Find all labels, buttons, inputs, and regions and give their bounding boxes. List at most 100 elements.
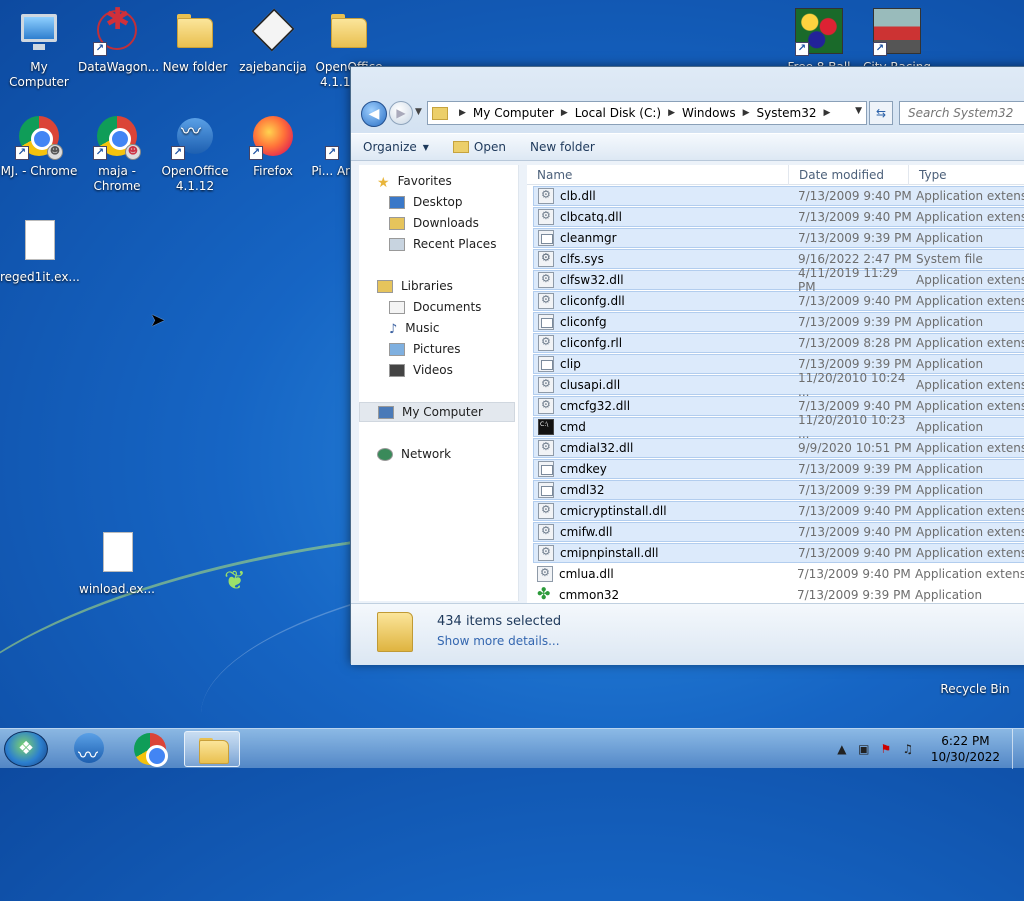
address-dropdown-icon[interactable]: ▼ <box>855 106 862 116</box>
desktop-icon-label: My Computer <box>9 60 69 89</box>
desktop-icon-mj-chrome[interactable]: ↗ ☻ MJ. - Chrome <box>0 112 78 179</box>
new-folder-button[interactable]: New folder <box>518 134 607 160</box>
dll-file-icon <box>538 188 554 204</box>
details-pane: 434 items selected Show more details... <box>351 603 1024 665</box>
network-status-icon[interactable]: ▣ <box>856 741 872 757</box>
zajebancija-icon <box>249 8 297 56</box>
search-box[interactable] <box>899 101 1024 125</box>
column-date-modified[interactable]: Date modified <box>789 165 909 185</box>
file-row[interactable]: cmd 11/20/2010 10:23 ... Application <box>533 413 1024 441</box>
file-date: 7/13/2009 8:28 PM <box>798 336 912 350</box>
refresh-button[interactable]: ⇆ <box>869 101 893 125</box>
file-row[interactable]: clip 7/13/2009 9:39 PM Application <box>533 354 1024 374</box>
start-button[interactable] <box>4 731 48 767</box>
desktop-icon-label: maja - Chrome <box>93 164 141 193</box>
desktop-icon-winload[interactable]: winload.ex... <box>78 530 156 597</box>
nav-videos[interactable]: Videos <box>389 360 549 380</box>
desktop-icon-openoffice[interactable]: ↗ OpenOffice 4.1.12 <box>156 112 234 194</box>
file-name: cmcfg32.dll <box>560 399 631 413</box>
breadcrumb-local-disk[interactable]: Local Disk (C:) ▶ <box>575 106 682 120</box>
command-bar: Organize ▼ Open New folder <box>351 133 1024 161</box>
navigation-pane: ★ Favorites Desktop Downloads Recent Plac… <box>359 165 519 601</box>
nav-favorites[interactable]: ★ Favorites <box>377 171 537 191</box>
file-name: clbcatq.dll <box>560 210 622 224</box>
forward-button[interactable]: ▶ <box>389 101 413 125</box>
file-row[interactable]: cmdial32.dll 9/9/2020 10:51 PM Application… <box>533 438 1024 458</box>
file-row[interactable]: cmcfg32.dll 7/13/2009 9:40 PM Application … <box>533 396 1024 416</box>
breadcrumb-my-computer[interactable]: My Computer ▶ <box>473 106 575 120</box>
nav-libraries[interactable]: Libraries <box>377 276 537 296</box>
column-type[interactable]: Type <box>909 165 1024 185</box>
file-row[interactable]: clusapi.dll 11/20/2010 10:24 ... Applicati… <box>533 371 1024 399</box>
dll-file-icon <box>538 209 554 225</box>
action-center-icon[interactable]: ⚑ <box>878 741 894 757</box>
desktop-icon-reged1it[interactable]: reged1it.ex... <box>0 218 80 285</box>
pictures-icon <box>389 342 405 356</box>
desktop-icon-city-racing[interactable]: ↗ City Racing <box>858 8 936 75</box>
file-row[interactable]: cmicryptinstall.dll 7/13/2009 9:40 PM Appl… <box>533 501 1024 521</box>
nav-network[interactable]: Network <box>377 444 537 464</box>
file-row[interactable]: clfs.sys 9/16/2022 2:47 PM System file <box>533 249 1024 269</box>
show-hidden-icons-icon[interactable]: ▲ <box>834 741 850 757</box>
file-row[interactable]: clfsw32.dll 4/11/2019 11:29 PM Application… <box>533 266 1024 294</box>
file-row[interactable]: clb.dll 7/13/2009 9:40 PM Application exte… <box>533 186 1024 206</box>
taskbar-chrome[interactable] <box>122 731 178 767</box>
file-row[interactable]: cmdkey 7/13/2009 9:39 PM Application <box>533 459 1024 479</box>
address-bar[interactable]: ▶ My Computer ▶ Local Disk (C:) ▶ Windows ▶… <box>427 101 867 125</box>
search-input[interactable] <box>900 102 1024 124</box>
file-row[interactable]: cmmon32 7/13/2009 9:39 PM Application <box>533 584 1024 605</box>
clock[interactable]: 6:22 PM 10/30/2022 <box>919 733 1012 765</box>
desktop-icon-my-computer[interactable]: My Computer <box>0 8 78 90</box>
folder-icon <box>432 106 448 120</box>
file-type: Application <box>915 588 983 602</box>
file-row[interactable]: clbcatq.dll 7/13/2009 9:40 PM Application … <box>533 207 1024 227</box>
nav-desktop[interactable]: Desktop <box>389 192 549 212</box>
file-name-cell: clbcatq.dll <box>534 209 792 225</box>
breadcrumb-windows[interactable]: Windows ▶ <box>682 106 757 120</box>
desktop-icon-new-folder[interactable]: New folder <box>156 8 234 75</box>
nav-documents[interactable]: Documents <box>389 297 549 317</box>
column-name[interactable]: Name <box>527 165 789 185</box>
desktop-icon-recycle-bin[interactable]: Recycle Bin <box>936 666 1014 697</box>
desktop-icon-zajebancija[interactable]: zajebancija <box>234 8 312 75</box>
breadcrumb-system32[interactable]: System32 ▶ <box>757 106 838 120</box>
taskbar-explorer[interactable] <box>184 731 240 767</box>
datawagon-icon: ↗ <box>93 8 141 56</box>
file-row[interactable]: cmdl32 7/13/2009 9:39 PM Application <box>533 480 1024 500</box>
nav-pictures[interactable]: Pictures <box>389 339 549 359</box>
file-row[interactable]: cmifw.dll 7/13/2009 9:40 PM Application ex… <box>533 522 1024 542</box>
file-row[interactable]: cliconfg 7/13/2009 9:39 PM Application <box>533 312 1024 332</box>
back-button[interactable]: ◀ <box>361 101 387 127</box>
organize-button[interactable]: Organize ▼ <box>351 134 441 160</box>
file-row[interactable]: cleanmgr 7/13/2009 9:39 PM Application <box>533 228 1024 248</box>
explorer-window[interactable]: ◀ ▶ ▼ ▶ My Computer ▶ Local Disk (C:) ▶ Wi… <box>350 66 1024 665</box>
open-button[interactable]: Open <box>441 134 518 160</box>
desktop-icon-firefox[interactable]: ↗ Firefox <box>234 112 312 179</box>
desktop-icon-datawagon[interactable]: ↗ DataWagon... <box>78 8 159 75</box>
file-name: cmdkey <box>560 462 607 476</box>
chrome-icon <box>134 733 168 767</box>
recent-pages-dropdown-icon[interactable]: ▼ <box>415 107 422 117</box>
taskbar-openoffice[interactable] <box>62 731 118 768</box>
show-more-details-link[interactable]: Show more details... <box>437 634 560 648</box>
nav-downloads[interactable]: Downloads <box>389 213 549 233</box>
mouse-cursor-icon: ➤ <box>150 310 166 331</box>
music-icon: ♪ <box>389 321 398 337</box>
file-row[interactable]: cmipnpinstall.dll 7/13/2009 9:40 PM Applic… <box>533 543 1024 563</box>
desktop-icon-maja-chrome[interactable]: ↗ ☻ maja - Chrome <box>78 112 156 194</box>
dll-file-icon <box>538 440 554 456</box>
file-date: 7/13/2009 9:39 PM <box>797 588 911 602</box>
nav-music[interactable]: ♪ Music <box>389 318 549 338</box>
show-desktop-button[interactable] <box>1012 729 1024 769</box>
shortcut-arrow-icon: ↗ <box>15 146 29 160</box>
file-name: cmicryptinstall.dll <box>560 504 667 518</box>
nav-recent-places[interactable]: Recent Places <box>389 234 549 254</box>
file-date: 9/9/2020 10:51 PM <box>798 441 912 455</box>
nav-my-computer[interactable]: My Computer <box>359 402 515 422</box>
file-row[interactable]: cmlua.dll 7/13/2009 9:40 PM Application ex… <box>533 564 1024 584</box>
file-row[interactable]: cliconfg.dll 7/13/2009 9:40 PM Application… <box>533 291 1024 311</box>
volume-icon[interactable]: ♫ <box>900 741 916 757</box>
file-type: Application <box>916 357 984 371</box>
file-date: 7/13/2009 9:39 PM <box>798 462 912 476</box>
file-row[interactable]: cliconfg.rll 7/13/2009 8:28 PM Application… <box>533 333 1024 353</box>
